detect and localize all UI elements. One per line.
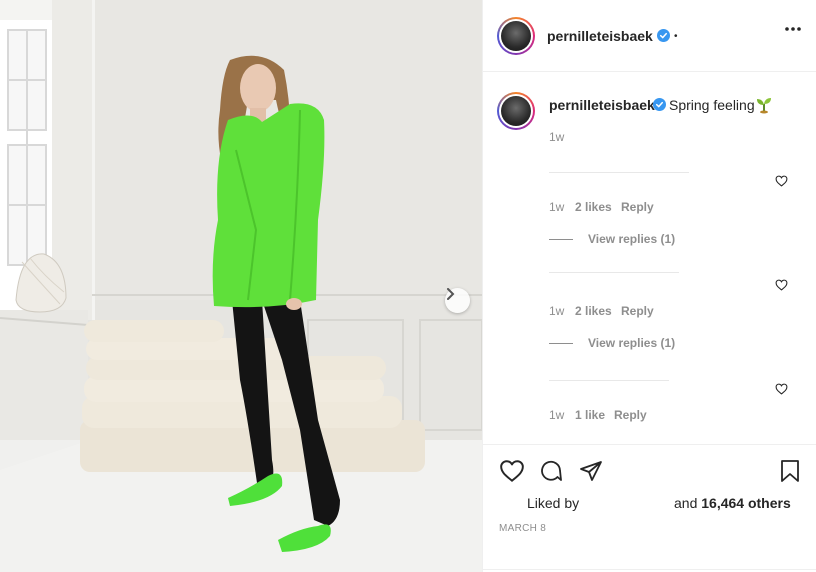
caption-username[interactable]: pernilleteisbaek xyxy=(549,97,655,113)
replies-line xyxy=(549,239,573,240)
post-date: MARCH 8 xyxy=(499,523,547,534)
comment-1-likes[interactable]: 2 likes xyxy=(575,200,612,214)
seedling-icon xyxy=(757,98,771,114)
bookmark-icon[interactable] xyxy=(779,459,801,483)
caption-text: Spring feeling xyxy=(669,97,755,113)
comment-2-likes[interactable]: 2 likes xyxy=(575,304,612,318)
header-username[interactable]: pernilleteisbaek xyxy=(547,28,653,44)
caption-time: 1w xyxy=(549,130,565,144)
comment-2-reply[interactable]: Reply xyxy=(621,304,654,318)
post-actions: Liked by and 16,464 others MARCH 8 xyxy=(483,444,816,572)
post-header: pernilleteisbaek • xyxy=(483,0,816,72)
comment-1-reply[interactable]: Reply xyxy=(621,200,654,214)
heart-icon[interactable] xyxy=(499,459,525,483)
avatar[interactable] xyxy=(497,17,535,55)
comment-like-icon[interactable] xyxy=(775,383,788,395)
caption-avatar[interactable] xyxy=(497,92,535,130)
verified-badge-icon xyxy=(653,98,666,111)
comment-like-icon[interactable] xyxy=(775,279,788,291)
chevron-right-icon xyxy=(447,288,455,300)
more-options-icon[interactable] xyxy=(785,27,801,31)
comment-3-likes[interactable]: 1 like xyxy=(575,408,605,422)
next-photo-button[interactable] xyxy=(445,288,470,313)
replies-line xyxy=(549,343,573,344)
comment-2-text xyxy=(549,272,679,273)
liked-by-label: Liked by xyxy=(527,495,580,511)
comment-1-time: 1w xyxy=(549,200,565,214)
photo-illustration xyxy=(0,0,482,572)
comment-icon[interactable] xyxy=(539,459,563,483)
comment-3-text xyxy=(549,380,669,381)
comment-box-divider xyxy=(483,569,816,570)
comment-like-icon[interactable] xyxy=(775,175,788,187)
comment-3-reply[interactable]: Reply xyxy=(614,408,647,422)
post-side-panel: pernilleteisbaek • pernilleteisbaek Spri… xyxy=(482,0,816,572)
liked-by-others[interactable]: and 16,464 others xyxy=(674,495,791,511)
comment-2-time: 1w xyxy=(549,304,565,318)
post-photo[interactable] xyxy=(0,0,482,572)
comment-1-text xyxy=(549,172,689,173)
comment-1-view-replies[interactable]: View replies (1) xyxy=(588,232,675,246)
share-icon[interactable] xyxy=(579,459,603,483)
comment-2-view-replies[interactable]: View replies (1) xyxy=(588,336,675,350)
separator-dot: • xyxy=(674,31,678,42)
comment-3-time: 1w xyxy=(549,408,565,422)
verified-badge-icon xyxy=(657,29,670,42)
